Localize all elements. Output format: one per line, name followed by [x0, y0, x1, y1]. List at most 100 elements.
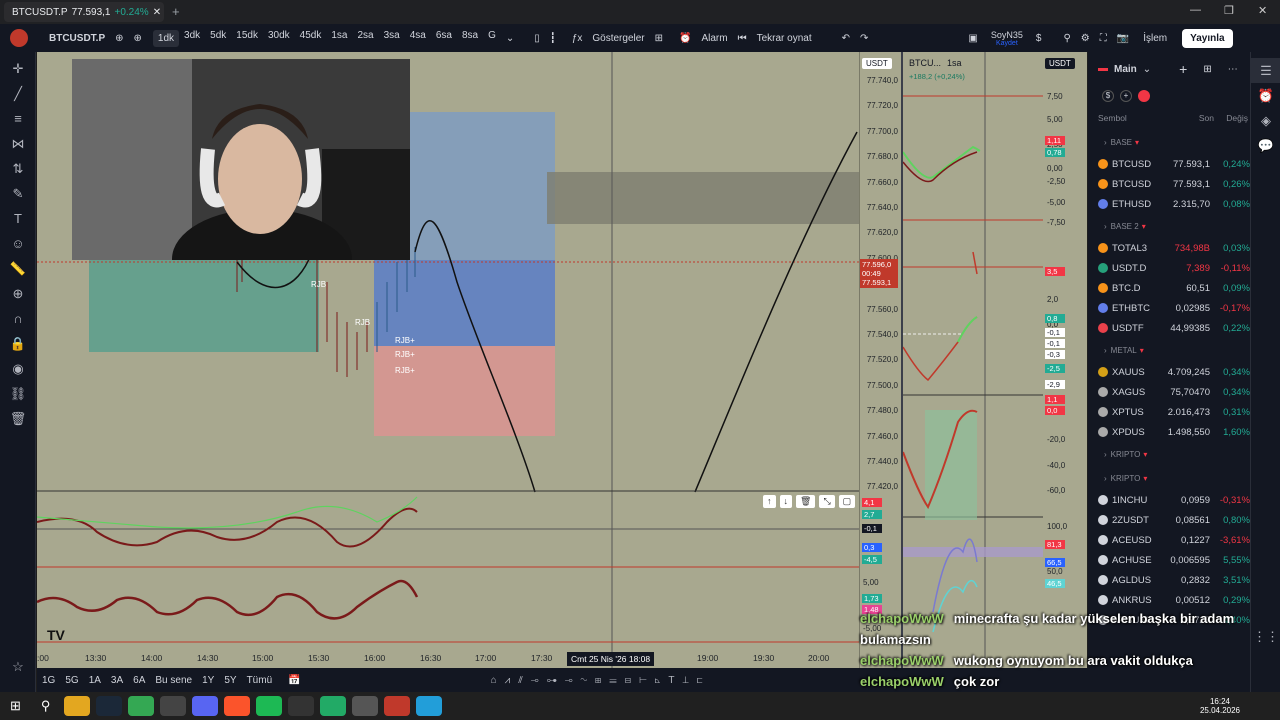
link-icon[interactable]: ⛓ — [0, 381, 36, 406]
collapse-pane-icon[interactable]: ⤡ — [819, 495, 835, 508]
brave-icon[interactable] — [224, 696, 251, 716]
fullscreen-icon[interactable]: ⛶ — [1095, 33, 1112, 44]
gear-icon[interactable]: ⚙ — [1076, 33, 1095, 44]
quick-search-icon[interactable]: ⚲ — [1058, 33, 1075, 44]
alert-button[interactable]: Alarm — [696, 33, 732, 44]
lock-icon[interactable]: 🔒 — [0, 331, 36, 356]
indicators-button[interactable]: Göstergeler — [587, 33, 649, 44]
column-change[interactable]: Değiş — [1214, 113, 1248, 123]
watchlist-row[interactable]: AGLDUS 0,2832 3,51% — [1088, 570, 1250, 590]
app-icon[interactable] — [352, 696, 379, 716]
maximize-pane-icon[interactable]: ▢ — [838, 495, 856, 508]
layers-icon[interactable]: ◈ — [1251, 108, 1280, 133]
replay-icon[interactable]: ⏮ — [733, 33, 752, 44]
add-symbol-icon[interactable]: ⊕ — [110, 33, 128, 44]
tradingview-app-icon[interactable] — [160, 696, 187, 716]
maximize-icon[interactable]: ❐ — [1224, 4, 1234, 17]
watchlist-row[interactable]: 1INCHU 0,0959 -0,31% — [1088, 490, 1250, 510]
watchlist-row[interactable]: XAUUS 4.709,245 0,34% — [1088, 362, 1250, 382]
column-last[interactable]: Son — [1178, 113, 1214, 123]
bar-style-icon[interactable]: ▯ — [529, 33, 545, 44]
watchlist-row[interactable]: 2ZUSDT 0,08561 0,80% — [1088, 510, 1250, 530]
recorder-icon[interactable] — [384, 696, 411, 716]
watchlist-row[interactable]: XPTUS 2.016,473 0,31% — [1088, 402, 1250, 422]
calendar-icon[interactable]: 📅 — [283, 675, 305, 686]
brush-icon[interactable]: ✎ — [0, 181, 36, 206]
range-button[interactable]: 3A — [106, 675, 128, 686]
steam-icon[interactable] — [96, 696, 123, 716]
interval-button[interactable]: 2sa — [352, 30, 378, 47]
camera-icon[interactable]: 📷 — [1112, 33, 1134, 44]
interval-button[interactable]: 1sa — [326, 30, 352, 47]
watchlist-row[interactable]: ACEUSD 0,1227 -3,61% — [1088, 530, 1250, 550]
interval-button[interactable]: 3dk — [179, 30, 205, 47]
range-button[interactable]: 5G — [60, 675, 83, 686]
close-tab-icon[interactable]: ✕ — [153, 7, 161, 18]
search-icon[interactable]: ⚲ — [41, 698, 51, 714]
text-icon[interactable]: T — [0, 206, 36, 231]
trendline-icon[interactable]: ╱ — [0, 81, 36, 106]
crosshair-icon[interactable]: ✛ — [0, 56, 36, 81]
watchlist-layout-icon[interactable]: ⊞ — [1203, 64, 1211, 75]
dollar-filter-icon[interactable]: $ — [1102, 90, 1114, 102]
spotify-icon[interactable] — [256, 696, 283, 716]
replay-button[interactable]: Tekrar oynat — [752, 33, 817, 44]
alert-icon[interactable]: ⏰ — [674, 33, 696, 44]
interval-button[interactable]: 8sa — [457, 30, 483, 47]
chrome-icon[interactable] — [128, 696, 155, 716]
pattern-icon[interactable]: ⋈ — [0, 131, 36, 156]
chat-icon[interactable]: 💬 — [1251, 133, 1280, 158]
eye-icon[interactable]: ◉ — [0, 356, 36, 381]
interval-button[interactable]: 15dk — [231, 30, 263, 47]
trash-icon[interactable]: 🗑 — [0, 406, 36, 431]
interval-button[interactable]: 1dk — [152, 29, 180, 47]
redo-icon[interactable]: ↷ — [855, 33, 873, 44]
publish-button[interactable]: Yayınla — [1182, 28, 1233, 48]
range-button[interactable]: 1Y — [197, 675, 219, 686]
zoom-icon[interactable]: ⊕ — [0, 281, 36, 306]
emoji-icon[interactable]: ☺ — [0, 231, 36, 256]
watchlist-row[interactable]: XAGUS 75,70470 0,34% — [1088, 382, 1250, 402]
watchlist-row[interactable]: ETHUSD 2.315,70 0,08% — [1088, 194, 1250, 214]
discord-icon[interactable] — [192, 696, 219, 716]
range-button[interactable]: Tümü — [242, 675, 278, 686]
delete-pane-icon[interactable]: 🗑 — [796, 495, 816, 508]
move-up-icon[interactable]: ↑ — [763, 495, 776, 508]
interval-button[interactable]: 6sa — [431, 30, 457, 47]
watchlist-row[interactable]: TOTAL3 734,98B 0,03% — [1088, 238, 1250, 258]
prediction-icon[interactable]: ⇅ — [0, 156, 36, 181]
trade-button[interactable]: İşlem — [1138, 33, 1172, 44]
move-down-icon[interactable]: ↓ — [779, 495, 792, 508]
range-button[interactable]: 6A — [128, 675, 150, 686]
minimize-icon[interactable]: — — [1190, 4, 1201, 16]
more-icon[interactable]: ⋯ — [1228, 64, 1238, 75]
watchlist-row[interactable]: BTC.D 60,51 0,09% — [1088, 278, 1250, 298]
windows-start-icon[interactable]: ⊞ — [10, 698, 21, 714]
file-explorer-icon[interactable] — [64, 696, 91, 716]
layout-name-button[interactable]: SoyN35 Kaydet — [991, 30, 1023, 47]
watchlist-title[interactable]: Main — [1114, 64, 1137, 75]
templates-icon[interactable]: ⊞ — [650, 33, 668, 44]
taskbar-clock[interactable]: 16:24 25.04.2026 — [1200, 697, 1240, 715]
range-button[interactable]: 1G — [37, 675, 60, 686]
dollar-icon[interactable]: $ — [1031, 33, 1047, 44]
favorites-icon[interactable]: ☆ — [0, 654, 36, 679]
interval-button[interactable]: 5dk — [205, 30, 231, 47]
alerts-icon[interactable]: ⏰ — [1251, 83, 1280, 108]
undo-icon[interactable]: ↶ — [837, 33, 855, 44]
currency-selector[interactable]: USDT — [862, 58, 892, 69]
watchlist-icon[interactable]: ☰ — [1251, 58, 1280, 83]
plus-filter-icon[interactable]: + — [1120, 90, 1132, 102]
interval-button[interactable]: G — [483, 30, 501, 47]
chevron-down-icon[interactable]: ⌄ — [501, 33, 519, 44]
magnet-icon[interactable]: ∩ — [0, 306, 36, 331]
telegram-icon[interactable] — [416, 696, 443, 716]
watchlist-row[interactable]: USDT.D 7,389 -0,11% — [1088, 258, 1250, 278]
watchlist-row[interactable]: USDTF 44,99385 0,22% — [1088, 318, 1250, 338]
interval-button[interactable]: 30dk — [263, 30, 295, 47]
new-tab-button[interactable]: + — [172, 4, 180, 19]
range-button[interactable]: Bu sene — [150, 675, 197, 686]
app-icon[interactable] — [320, 696, 347, 716]
symbol-search-button[interactable]: BTCUSDT.P — [44, 33, 110, 44]
watchlist-section[interactable]: › BASE ▾ — [1088, 130, 1250, 154]
